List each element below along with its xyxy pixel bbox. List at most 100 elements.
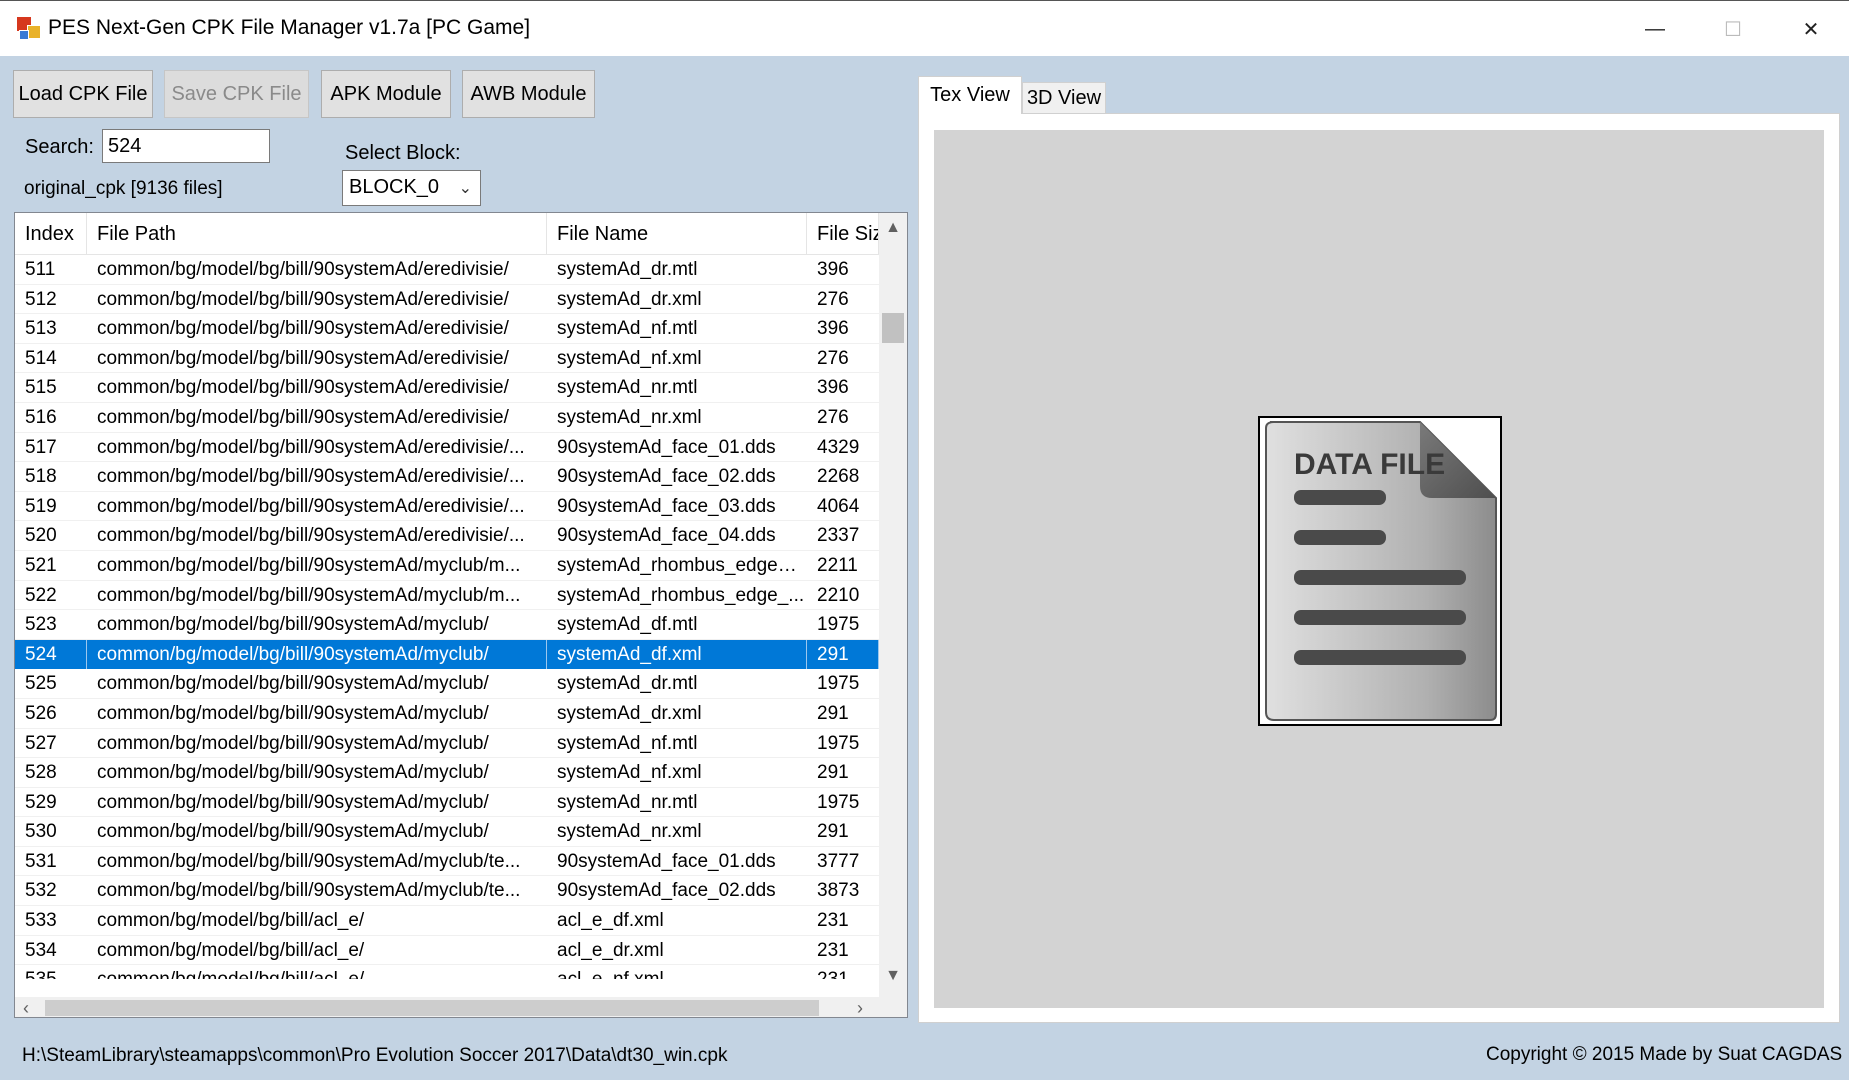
cell-index: 520	[25, 525, 57, 547]
cell-file-name: 90systemAd_face_01.dds	[557, 850, 776, 872]
table-row[interactable]: 521 common/bg/model/bg/bill/90systemAd/my…	[15, 551, 879, 581]
cell-file-path: common/bg/model/bg/bill/acl_e/	[97, 910, 365, 932]
table-row[interactable]: 518 common/bg/model/bg/bill/90systemAd/er…	[15, 462, 879, 492]
table-row[interactable]: 534 common/bg/model/bg/bill/acl_e/acl_e_d…	[15, 936, 879, 966]
cell-file-name: systemAd_dr.mtl	[557, 259, 698, 280]
tab-tex-view[interactable]: Tex View	[918, 76, 1022, 114]
cell-index: 519	[25, 495, 57, 517]
cell-file-size: 396	[817, 259, 849, 280]
vertical-scroll-thumb[interactable]	[882, 313, 904, 343]
search-input[interactable]	[102, 129, 270, 163]
horizontal-scroll-thumb[interactable]	[45, 1000, 819, 1016]
search-label: Search:	[25, 136, 94, 158]
apk-module-button[interactable]: APK Module	[321, 70, 451, 118]
table-row[interactable]: 533 common/bg/model/bg/bill/acl_e/acl_e_d…	[15, 906, 879, 936]
table-row[interactable]: 532 common/bg/model/bg/bill/90systemAd/my…	[15, 876, 879, 907]
column-header-file-name[interactable]: File Name	[547, 213, 807, 255]
cell-index: 515	[25, 377, 57, 399]
cell-file-path: common/bg/model/bg/bill/90systemAd/eredi…	[97, 377, 509, 399]
cell-index: 534	[25, 939, 57, 961]
vertical-scrollbar[interactable]: ▲ ▼	[879, 213, 907, 997]
cell-file-path: common/bg/model/bg/bill/90systemAd/myclu…	[97, 614, 489, 636]
list-body: 511 common/bg/model/bg/bill/90systemAd/er…	[15, 255, 879, 979]
table-row[interactable]: 513 common/bg/model/bg/bill/90systemAd/er…	[15, 314, 879, 344]
table-row[interactable]: 528 common/bg/model/bg/bill/90systemAd/my…	[15, 758, 879, 788]
cell-file-size: 276	[817, 347, 849, 369]
save-cpk-button[interactable]: Save CPK File	[164, 70, 309, 118]
cell-file-size: 396	[817, 377, 849, 399]
table-row[interactable]: 525 common/bg/model/bg/bill/90systemAd/my…	[15, 669, 879, 699]
awb-module-button[interactable]: AWB Module	[462, 70, 595, 118]
scrollbar-corner	[879, 997, 907, 1017]
file-count-label: original_cpk [9136 files]	[24, 178, 223, 199]
close-button[interactable]: ✕	[1783, 9, 1839, 49]
table-row[interactable]: 520 common/bg/model/bg/bill/90systemAd/er…	[15, 521, 879, 551]
column-header-file-size[interactable]: File Size	[807, 213, 879, 255]
table-row[interactable]: 527 common/bg/model/bg/bill/90systemAd/my…	[15, 729, 879, 759]
app-icon	[17, 17, 43, 43]
cell-file-size: 2337	[817, 525, 860, 547]
cell-file-path: common/bg/model/bg/bill/90systemAd/eredi…	[97, 288, 509, 310]
cell-file-name: systemAd_df.xml	[547, 639, 807, 669]
cell-file-size: 1975	[817, 732, 860, 754]
main-window-client: Load CPK File Save CPK File APK Module A…	[0, 56, 1849, 1080]
cell-file-name: acl_e_dr.xml	[557, 939, 664, 961]
table-row[interactable]: 535common/bg/model/bg/bill/acl_e/acl_e_n…	[15, 965, 879, 979]
load-cpk-button[interactable]: Load CPK File	[13, 70, 153, 118]
table-row[interactable]: 515 common/bg/model/bg/bill/90systemAd/er…	[15, 373, 879, 403]
table-row[interactable]: 523 common/bg/model/bg/bill/90systemAd/my…	[15, 610, 879, 640]
cell-index: 514	[25, 347, 57, 369]
cell-index: 530	[25, 821, 57, 843]
scroll-down-arrow-icon[interactable]: ▼	[879, 967, 907, 985]
table-row[interactable]: 524 common/bg/model/bg/bill/90systemAd/my…	[15, 639, 879, 670]
cell-file-path: common/bg/model/bg/bill/90systemAd/myclu…	[87, 639, 547, 669]
cell-file-path: common/bg/model/bg/bill/90systemAd/myclu…	[97, 732, 489, 754]
cell-index: 511	[25, 259, 56, 280]
column-header-file-path[interactable]: File Path	[87, 213, 547, 255]
cell-file-size: 396	[817, 318, 849, 340]
table-row[interactable]: 519 common/bg/model/bg/bill/90systemAd/er…	[15, 492, 879, 522]
file-list-view[interactable]: Index File Path File Name File Size 511 c…	[14, 212, 908, 1018]
block-select[interactable]: BLOCK_0 ⌄	[342, 170, 481, 206]
cell-file-name: systemAd_dr.xml	[557, 702, 702, 724]
cell-file-name: systemAd_nr.xml	[557, 821, 702, 843]
cell-file-path: common/bg/model/bg/bill/90systemAd/eredi…	[97, 466, 525, 488]
table-row[interactable]: 512 common/bg/model/bg/bill/90systemAd/er…	[15, 285, 879, 315]
column-header-index[interactable]: Index	[15, 213, 87, 255]
cell-file-size: 1975	[817, 673, 860, 695]
table-row[interactable]: 531 common/bg/model/bg/bill/90systemAd/my…	[15, 847, 879, 877]
table-row[interactable]: 517 common/bg/model/bg/bill/90systemAd/er…	[15, 433, 879, 463]
cell-file-path: common/bg/model/bg/bill/90systemAd/myclu…	[97, 584, 521, 606]
cell-file-name: 90systemAd_face_03.dds	[557, 495, 776, 517]
table-row[interactable]: 522 common/bg/model/bg/bill/90systemAd/my…	[15, 581, 879, 611]
cell-file-path: common/bg/model/bg/bill/90systemAd/eredi…	[97, 347, 509, 369]
cell-file-name: systemAd_rhombus_edge_l...	[557, 554, 807, 576]
scroll-right-arrow-icon[interactable]: ›	[857, 997, 863, 1017]
minimize-button[interactable]: —	[1627, 9, 1683, 49]
cell-index: 522	[25, 584, 57, 606]
cell-index: 533	[25, 910, 57, 932]
scroll-left-arrow-icon[interactable]: ‹	[23, 997, 29, 1017]
cell-file-path: common/bg/model/bg/bill/90systemAd/eredi…	[97, 525, 525, 547]
cell-file-path: common/bg/model/bg/bill/90systemAd/eredi…	[97, 436, 525, 458]
cell-file-path: common/bg/model/bg/bill/90systemAd/myclu…	[97, 880, 521, 902]
cell-file-size: 4329	[817, 436, 860, 458]
scroll-up-arrow-icon[interactable]: ▲	[879, 219, 907, 237]
cell-file-path: common/bg/model/bg/bill/acl_e/	[97, 939, 365, 961]
cell-file-size: 291	[817, 821, 849, 843]
cell-index: 513	[25, 318, 57, 340]
cell-file-path: common/bg/model/bg/bill/90systemAd/eredi…	[97, 495, 525, 517]
horizontal-scrollbar[interactable]: ‹ ›	[15, 997, 879, 1017]
cell-file-size: 231	[817, 939, 849, 961]
tab-3d-view[interactable]: 3D View	[1022, 82, 1106, 114]
cell-index: 518	[25, 466, 57, 488]
table-row[interactable]: 516 common/bg/model/bg/bill/90systemAd/er…	[15, 403, 879, 433]
table-row[interactable]: 511 common/bg/model/bg/bill/90systemAd/er…	[15, 255, 879, 285]
table-row[interactable]: 530 common/bg/model/bg/bill/90systemAd/my…	[15, 817, 879, 847]
table-row[interactable]: 529 common/bg/model/bg/bill/90systemAd/my…	[15, 788, 879, 818]
block-select-value: BLOCK_0	[349, 176, 440, 198]
cell-file-name: acl_e_nf.xml	[547, 965, 807, 979]
table-row[interactable]: 514 common/bg/model/bg/bill/90systemAd/er…	[15, 344, 879, 374]
table-row[interactable]: 526 common/bg/model/bg/bill/90systemAd/my…	[15, 699, 879, 729]
maximize-button[interactable]: ☐	[1705, 9, 1761, 49]
